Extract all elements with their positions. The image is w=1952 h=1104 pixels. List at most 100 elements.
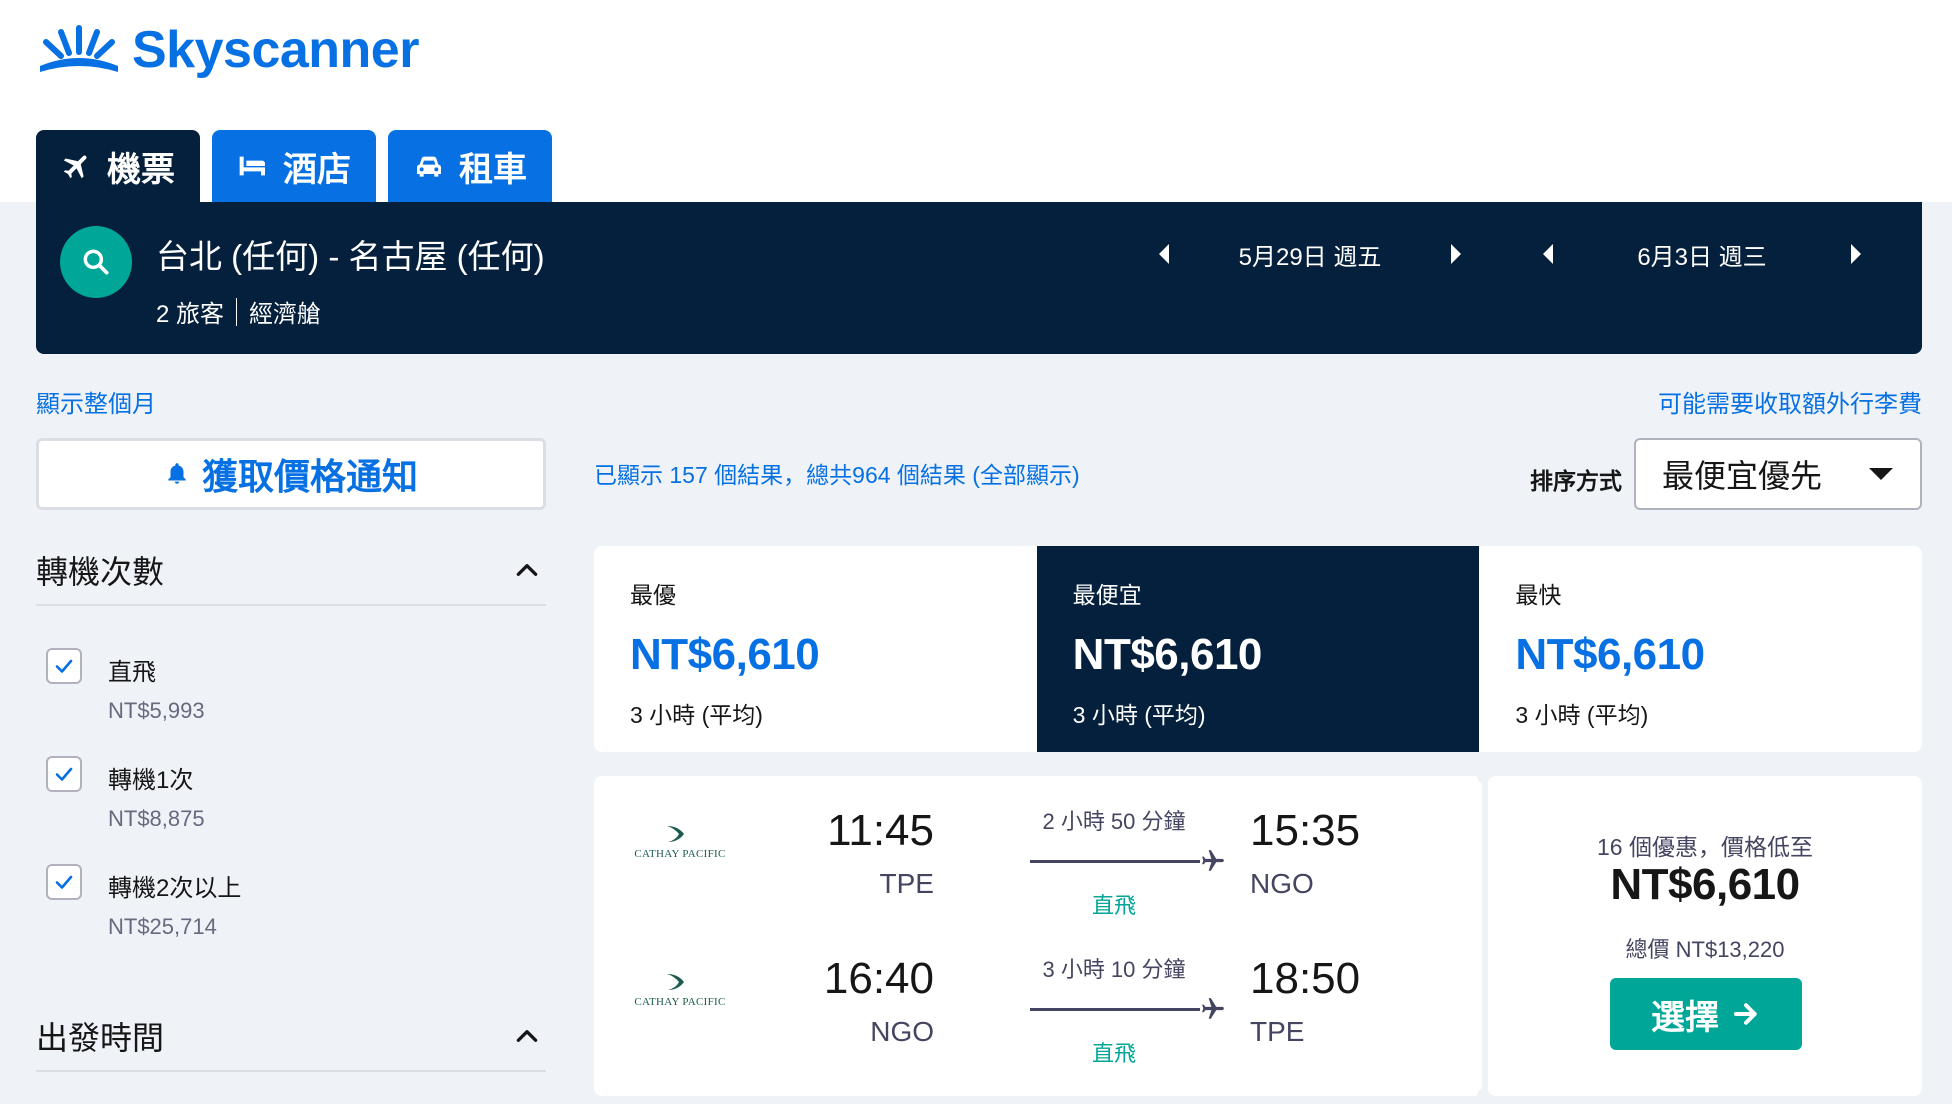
- select-label: 選擇: [1651, 998, 1719, 1037]
- search-icon: [83, 249, 109, 275]
- deals-count: 16 個優惠，價格低至: [1597, 834, 1813, 860]
- bell-icon: [168, 463, 186, 484]
- plane-icon: [1200, 996, 1226, 1022]
- return-next-button[interactable]: [1840, 234, 1872, 274]
- lowest-price: NT$6,610: [1610, 860, 1800, 909]
- departure-airport: NGO: [870, 1016, 934, 1047]
- sort-tabs: 最優 NT$6,610 3 小時 (平均) 最便宜 NT$6,610 3 小時 …: [594, 546, 1922, 752]
- plane-icon: [1200, 848, 1226, 874]
- sort-tab-price: NT$6,610: [630, 630, 820, 679]
- stops-filter-title: 轉機次數: [36, 554, 165, 590]
- divider: [236, 297, 238, 326]
- cathay-brushwing-icon: [667, 826, 684, 842]
- arrival-airport: TPE: [1250, 1016, 1305, 1047]
- route-line: [1030, 1008, 1200, 1011]
- return-prev-button[interactable]: [1532, 234, 1564, 274]
- cabin-class: 經濟艙: [249, 301, 322, 328]
- return-date-selector: 6月3日 週三: [1532, 234, 1872, 274]
- sort-tab-duration: 3 小時 (平均): [1515, 702, 1649, 728]
- return-date[interactable]: 6月3日 週三: [1564, 237, 1840, 272]
- sort-tab-label: 最優: [630, 582, 676, 608]
- direct-price: NT$5,993: [108, 698, 205, 723]
- flight-result-card: CATHAY PACIFIC 11:45 TPE 2 小時 50 分鐘 直飛 1…: [594, 768, 1922, 1104]
- one-stop-price: NT$8,875: [108, 806, 205, 831]
- tab-car-hire[interactable]: 租車: [388, 130, 552, 202]
- return-leg: CATHAY PACIFIC 16:40 NGO 3 小時 10 分鐘 直飛 1…: [594, 924, 1482, 1074]
- cathay-brushwing-icon: [667, 974, 684, 990]
- price-panel: 16 個優惠，價格低至 NT$6,610 總價 NT$13,220 選擇: [1488, 776, 1922, 1096]
- traveler-count: 2 旅客: [156, 301, 225, 328]
- sort-tab-price: NT$6,610: [1072, 630, 1263, 679]
- baggage-fee-link[interactable]: 可能需要收取額外行李費: [1658, 384, 1922, 419]
- sort-label: 排序方式: [1530, 468, 1622, 494]
- airline-logo: CATHAY PACIFIC: [620, 820, 740, 870]
- direct-label[interactable]: 直飛: [108, 652, 156, 687]
- tab-car-hire-label: 租車: [459, 150, 527, 189]
- depart-date-selector: 5月29日 週五: [1148, 234, 1472, 274]
- check-icon: [55, 767, 73, 781]
- one-stop-checkbox[interactable]: [46, 756, 82, 792]
- sunrise-icon: [40, 25, 118, 72]
- sort-tab-cheapest[interactable]: 最便宜 NT$6,610 3 小時 (平均): [1036, 546, 1480, 752]
- route-text[interactable]: 台北 (任何) - 名古屋 (任何): [156, 230, 545, 278]
- price-alert-label: 獲取價格通知: [201, 456, 418, 497]
- two-plus-stops-checkbox[interactable]: [46, 864, 82, 900]
- arrival-time: 15:35: [1250, 806, 1361, 855]
- chevron-up-icon: [516, 1030, 538, 1042]
- sort-tab-label: 最快: [1515, 582, 1562, 608]
- caret-left-icon: [1543, 244, 1553, 264]
- two-plus-stops-label[interactable]: 轉機2次以上: [108, 868, 241, 903]
- tab-flights-label: 機票: [107, 150, 175, 189]
- one-stop-label[interactable]: 轉機1次: [108, 760, 193, 795]
- arrow-right-icon: [1734, 1003, 1757, 1025]
- depart-next-button[interactable]: [1440, 234, 1472, 274]
- two-plus-stops-price: NT$25,714: [108, 914, 217, 939]
- airline-name: CATHAY PACIFIC: [634, 848, 726, 860]
- total-price: 總價 NT$13,220: [1625, 937, 1785, 962]
- stops-filter-header[interactable]: 轉機次數: [36, 536, 546, 606]
- price-alert-button[interactable]: 獲取價格通知: [36, 438, 546, 510]
- itinerary-panel[interactable]: CATHAY PACIFIC 11:45 TPE 2 小時 50 分鐘 直飛 1…: [594, 776, 1482, 1096]
- tab-hotels-label: 酒店: [283, 150, 351, 189]
- stops-text: 直飛: [1091, 893, 1136, 918]
- departure-time: 16:40: [823, 954, 934, 1003]
- direct-checkbox[interactable]: [46, 648, 82, 684]
- stops-text: 直飛: [1091, 1041, 1136, 1066]
- caret-right-icon: [1451, 244, 1461, 264]
- trip-details[interactable]: 2 旅客 經濟艙: [156, 294, 321, 329]
- departure-time-filter-header[interactable]: 出發時間: [36, 1002, 546, 1072]
- tab-hotels[interactable]: 酒店: [212, 130, 376, 202]
- arrival-airport: NGO: [1250, 868, 1314, 899]
- departure-airport: TPE: [879, 868, 934, 899]
- sort-tab-fastest[interactable]: 最快 NT$6,610 3 小時 (平均): [1479, 546, 1922, 752]
- sort-tab-price: NT$6,610: [1515, 630, 1705, 679]
- departure-time: 11:45: [827, 806, 934, 855]
- depart-date[interactable]: 5月29日 週五: [1180, 237, 1440, 272]
- skyscanner-logo[interactable]: Skyscanner: [36, 20, 419, 80]
- top-header: Skyscanner 機票 酒店 租車: [0, 0, 1952, 202]
- sort-selected-value: 最便宜優先: [1662, 458, 1823, 494]
- show-whole-month-link[interactable]: 顯示整個月: [36, 384, 156, 419]
- sort-dropdown[interactable]: 最便宜優先: [1634, 438, 1922, 510]
- search-button[interactable]: [60, 226, 132, 298]
- car-icon: [417, 156, 441, 177]
- caret-left-icon: [1159, 244, 1169, 264]
- check-icon: [55, 659, 73, 673]
- sort-tab-label: 最便宜: [1072, 582, 1142, 608]
- brand-name: Skyscanner: [132, 21, 419, 79]
- tab-flights[interactable]: 機票: [36, 130, 200, 202]
- select-button[interactable]: 選擇: [1610, 978, 1802, 1050]
- sort-tab-duration: 3 小時 (平均): [1072, 702, 1206, 728]
- sort-tab-best[interactable]: 最優 NT$6,610 3 小時 (平均): [594, 546, 1037, 752]
- bed-icon: [239, 156, 265, 176]
- depart-prev-button[interactable]: [1148, 234, 1180, 274]
- arrival-time: 18:50: [1250, 954, 1361, 1003]
- airline-logo: CATHAY PACIFIC: [620, 968, 740, 1018]
- route-line: [1030, 860, 1200, 863]
- search-summary-bar: 台北 (任何) - 名古屋 (任何) 2 旅客 經濟艙 5月29日 週五 6月3…: [36, 202, 1922, 354]
- flight-duration: 3 小時 10 分鐘: [1042, 957, 1186, 982]
- airline-name: CATHAY PACIFIC: [634, 996, 726, 1008]
- results-count-link[interactable]: 已顯示 157 個結果，總共964 個結果 (全部顯示): [594, 456, 1080, 490]
- departure-time-filter-title: 出發時間: [36, 1020, 165, 1056]
- caret-down-icon: [1869, 468, 1893, 480]
